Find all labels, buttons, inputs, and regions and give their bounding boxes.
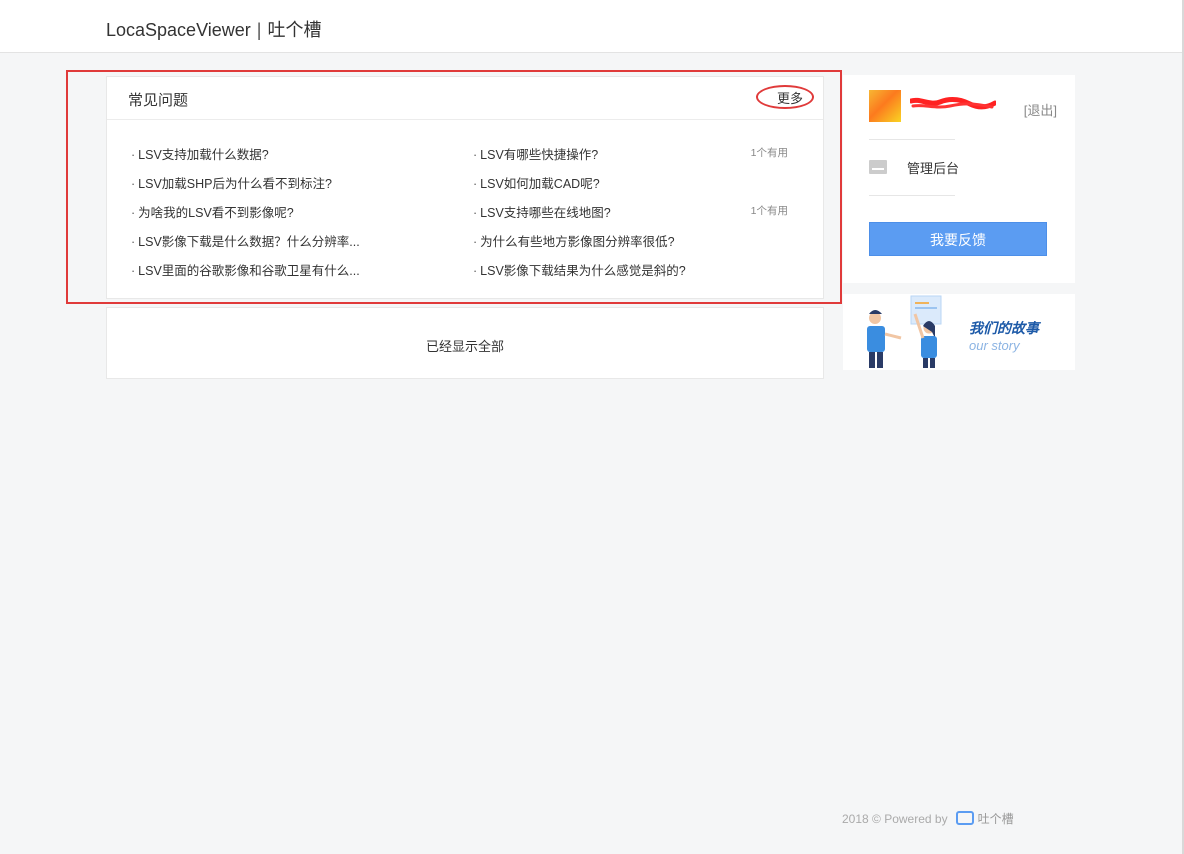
faq-item[interactable]: · LSV支持加载什么数据? [131, 144, 269, 163]
faq-row: · LSV加载SHP后为什么看不到标注? · LSV如何加载CAD呢? [107, 173, 823, 193]
useful-count: 1个有用 [750, 147, 788, 159]
top-navbar: LocaSpaceViewer | 吐个槽 [0, 0, 1184, 53]
avatar[interactable] [869, 90, 901, 122]
admin-link[interactable]: 管理后台 [869, 157, 1049, 177]
faq-row: · LSV影像下载是什么数据？什么分辨率... · 为什么有些地方影像图分辨率很低? [107, 231, 823, 251]
shown-all-panel: 已经显示全部 [106, 307, 824, 379]
divider [869, 195, 955, 196]
faq-item[interactable]: · LSV支持哪些在线地图? [473, 202, 611, 221]
faq-more-link[interactable]: 更多 [777, 88, 803, 107]
footer-brand[interactable]: 吐个槽 [978, 812, 1014, 826]
team-illustration [867, 295, 942, 368]
story-title: 我们的故事 [969, 320, 1039, 336]
site-name: 吐个槽 [267, 20, 322, 40]
divider [869, 139, 955, 140]
brand-separator: | [256, 20, 262, 40]
faq-card: 常见问题 更多 · LSV支持加载什么数据? · LSV有哪些快捷操作? 1个有用 … [106, 76, 824, 299]
dashboard-icon [869, 160, 887, 174]
footer: 2018 © Powered by 吐个槽 [842, 810, 1014, 827]
faq-row: · LSV支持加载什么数据? · LSV有哪些快捷操作? 1个有用 [107, 144, 823, 164]
faq-title: 常见问题 [128, 92, 189, 109]
faq-item[interactable]: · 为什么有些地方影像图分辨率很低? [473, 231, 675, 250]
admin-label: 管理后台 [907, 161, 960, 176]
feedback-button[interactable]: 我要反馈 [869, 222, 1047, 256]
logout-link[interactable]: [退出] [1024, 100, 1057, 119]
faq-item[interactable]: · LSV加载SHP后为什么看不到标注? [131, 173, 332, 192]
faq-item[interactable]: · LSV里面的谷歌影像和谷歌卫星有什么... [131, 260, 360, 279]
faq-item[interactable]: · 为啥我的LSV看不到影像呢? [131, 202, 294, 221]
our-story-card[interactable]: 我们的故事 our story [843, 294, 1075, 370]
faq-item[interactable]: · LSV如何加载CAD呢? [473, 173, 600, 192]
redacted-username-scribble [910, 97, 996, 110]
story-subtitle: our story [969, 338, 1020, 353]
faq-row: · 为啥我的LSV看不到影像呢? · LSV支持哪些在线地图? 1个有用 [107, 202, 823, 222]
app-name: LocaSpaceViewer [106, 20, 251, 40]
faq-item[interactable]: · LSV影像下载结果为什么感觉是斜的? [473, 260, 686, 279]
faq-item[interactable]: · LSV有哪些快捷操作? [473, 144, 598, 163]
shown-all-text: 已经显示全部 [425, 339, 504, 354]
tucao-logo-icon [955, 811, 974, 825]
useful-count: 1个有用 [750, 205, 788, 217]
faq-item[interactable]: · LSV影像下载是什么数据？什么分辨率... [131, 231, 360, 250]
site-brand[interactable]: LocaSpaceViewer | 吐个槽 [106, 16, 321, 42]
user-panel: [退出] 管理后台 我要反馈 [843, 75, 1075, 283]
faq-row: · LSV里面的谷歌影像和谷歌卫星有什么... · LSV影像下载结果为什么感觉是斜… [107, 260, 823, 280]
faq-header: 常见问题 更多 [107, 77, 823, 120]
footer-copyright: 2018 © Powered by [842, 812, 948, 826]
